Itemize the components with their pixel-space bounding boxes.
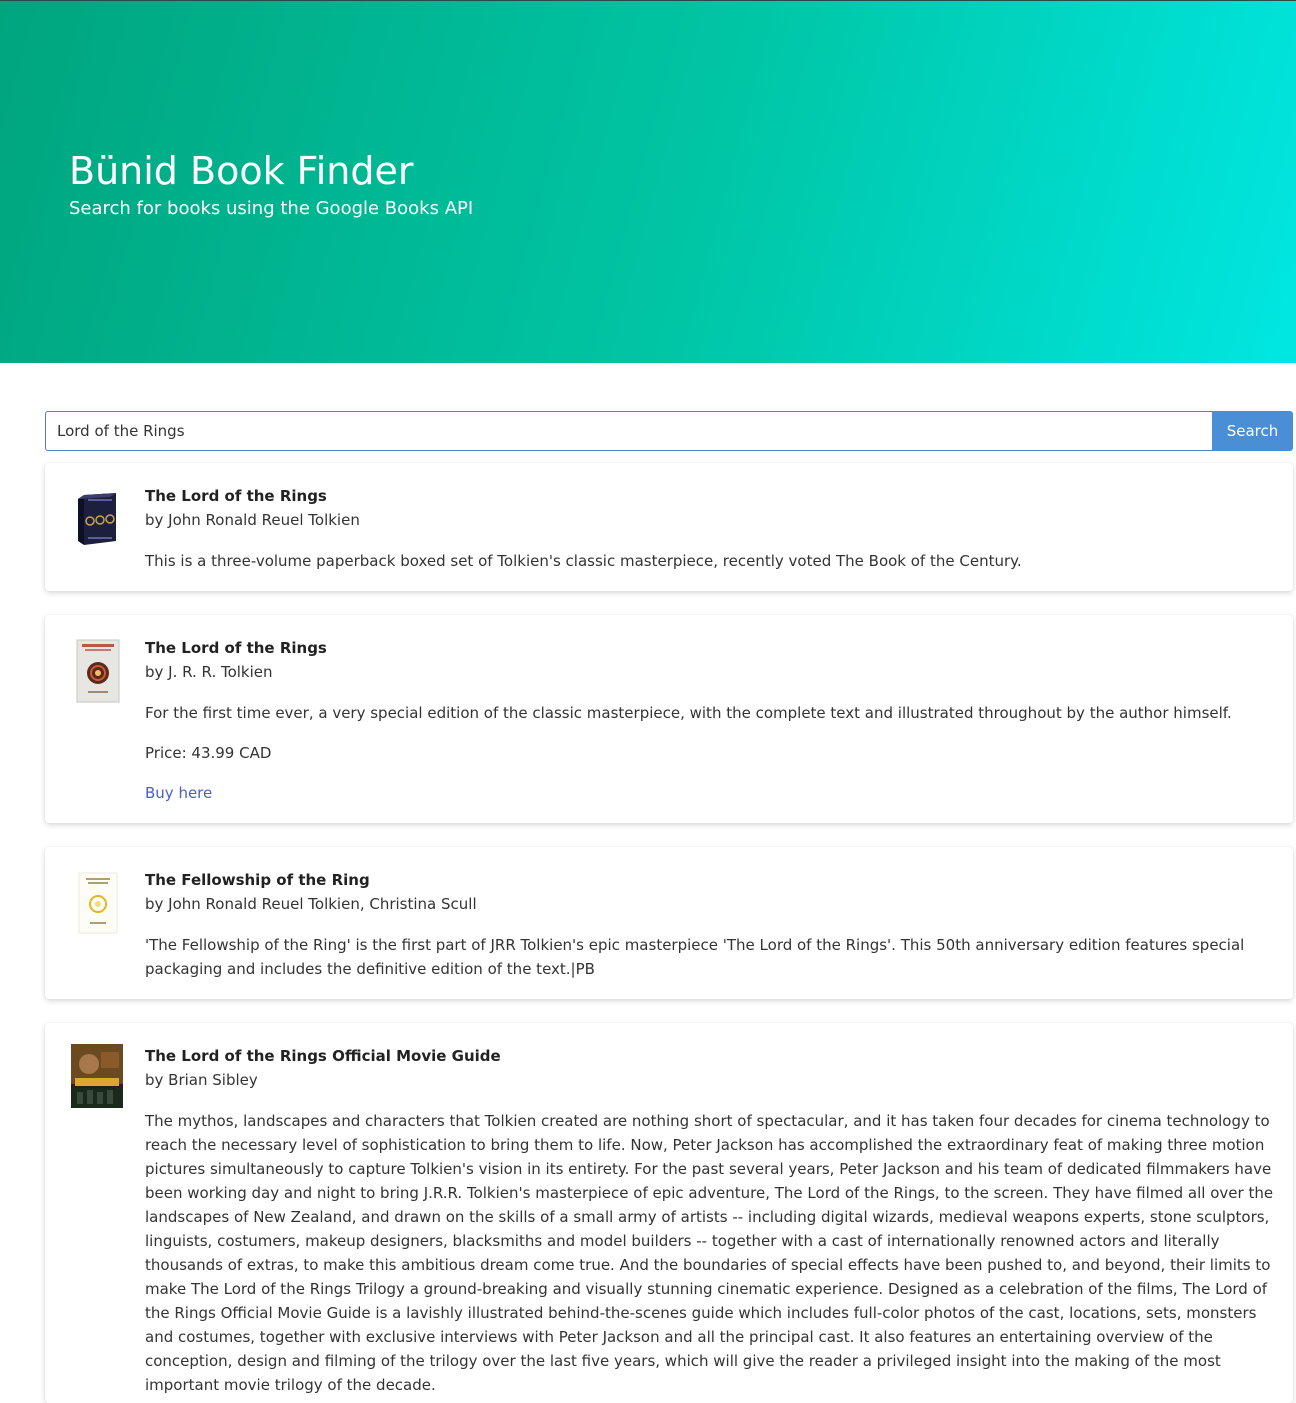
result-body: The Lord of the Rings Official Movie Gui… xyxy=(145,1045,1277,1397)
book-title: The Lord of the Rings xyxy=(145,639,327,657)
result-card: The Lord of the Rings by J. R. R. Tolkie… xyxy=(45,615,1293,823)
page-subtitle: Search for books using the Google Books … xyxy=(69,198,474,219)
book-authors: by Brian Sibley xyxy=(145,1071,258,1089)
page-title: Bünid Book Finder xyxy=(69,149,414,193)
book-title: The Lord of the Rings Official Movie Gui… xyxy=(145,1047,501,1065)
book-authors: by J. R. R. Tolkien xyxy=(145,663,273,681)
result-body: The Lord of the Rings by J. R. R. Tolkie… xyxy=(145,637,1277,805)
hero-banner: Bünid Book Finder Search for books using… xyxy=(0,0,1296,363)
illustrated-edition-cover-icon[interactable] xyxy=(71,639,125,703)
book-description: For the first time ever, a very special … xyxy=(145,704,1232,722)
book-description: 'The Fellowship of the Ring' is the firs… xyxy=(145,936,1245,978)
search-bar: Search xyxy=(45,411,1293,451)
book-authors: by John Ronald Reuel Tolkien, Christina … xyxy=(145,895,477,913)
result-card: The Lord of the Rings by John Ronald Reu… xyxy=(45,463,1293,591)
book-authors: by John Ronald Reuel Tolkien xyxy=(145,511,360,529)
result-card: The Fellowship of the Ring by John Ronal… xyxy=(45,847,1293,999)
book-description: This is a three-volume paperback boxed s… xyxy=(145,552,1022,570)
movie-guide-cover-icon[interactable] xyxy=(69,1043,125,1109)
result-card: The Lord of the Rings Official Movie Gui… xyxy=(45,1023,1293,1403)
boxed-set-cover-icon[interactable] xyxy=(71,487,125,551)
buy-link[interactable]: Buy here xyxy=(145,781,212,805)
book-price: Price: 43.99 CAD xyxy=(145,744,272,762)
book-title: The Lord of the Rings xyxy=(145,487,327,505)
search-input[interactable] xyxy=(45,411,1212,451)
fellowship-cover-icon[interactable] xyxy=(71,871,125,935)
book-description: The mythos, landscapes and characters th… xyxy=(145,1112,1274,1394)
result-body: The Fellowship of the Ring by John Ronal… xyxy=(145,869,1277,981)
result-body: The Lord of the Rings by John Ronald Reu… xyxy=(145,485,1277,573)
book-title: The Fellowship of the Ring xyxy=(145,871,370,889)
search-button[interactable]: Search xyxy=(1212,411,1293,451)
